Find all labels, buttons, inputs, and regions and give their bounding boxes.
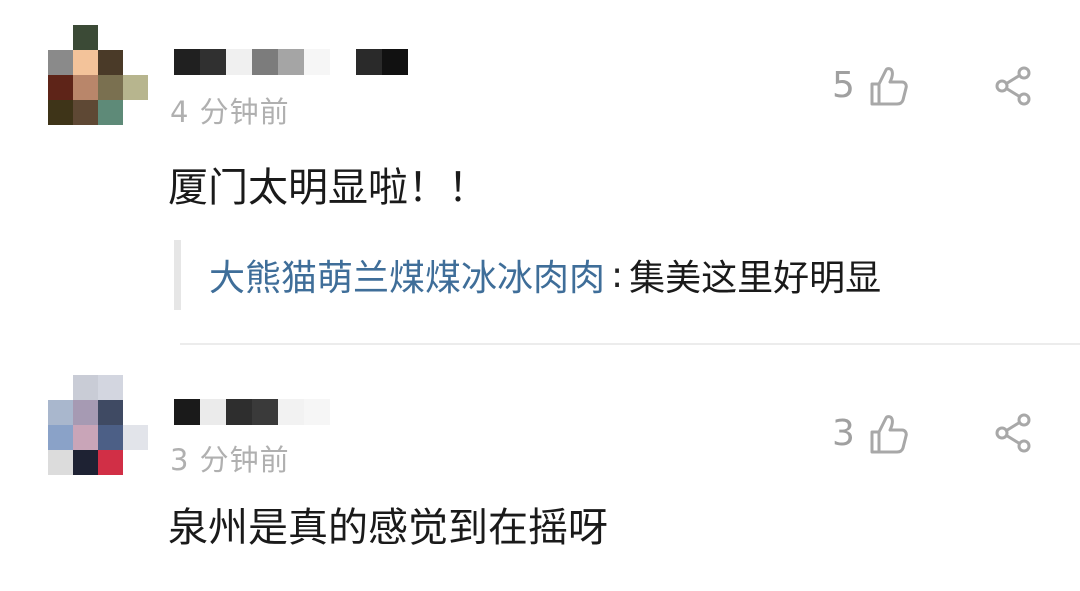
- comment-time: 3 分钟前: [170, 443, 290, 477]
- reply-quote-bar: [174, 240, 181, 310]
- reply-author[interactable]: 大熊猫萌兰煤煤冰冰肉肉: [209, 249, 605, 301]
- reply-preview[interactable]: 大熊猫萌兰煤煤冰冰肉肉 : 集美这里好明显: [174, 240, 1054, 310]
- share-icon[interactable]: [994, 413, 1034, 453]
- avatar[interactable]: [48, 375, 148, 475]
- reply-text: 集美这里好明显: [629, 258, 882, 299]
- like-button[interactable]: 3: [832, 412, 909, 456]
- comment-text: 厦门太明显啦！！: [168, 165, 488, 211]
- comment-text: 泉州是真的感觉到在摇呀: [168, 505, 608, 551]
- avatar[interactable]: [48, 25, 148, 125]
- comment-item: 3 分钟前 3 泉州是真的感觉到在摇呀: [0, 345, 1080, 591]
- share-icon[interactable]: [994, 66, 1034, 106]
- username-obscured[interactable]: [174, 49, 408, 75]
- comment-item: 4 分钟前 5 厦门太明显啦！！ 大熊猫萌兰煤煤冰冰肉肉 : 集美这里好明显: [0, 0, 1080, 344]
- like-count: 5: [832, 65, 855, 106]
- thumbs-up-icon: [869, 65, 909, 107]
- like-button[interactable]: 5: [832, 64, 909, 108]
- thumbs-up-icon: [869, 413, 909, 455]
- like-count: 3: [832, 413, 855, 454]
- reply-separator: :: [611, 254, 624, 296]
- username-obscured[interactable]: [174, 399, 330, 425]
- comment-time: 4 分钟前: [170, 95, 290, 129]
